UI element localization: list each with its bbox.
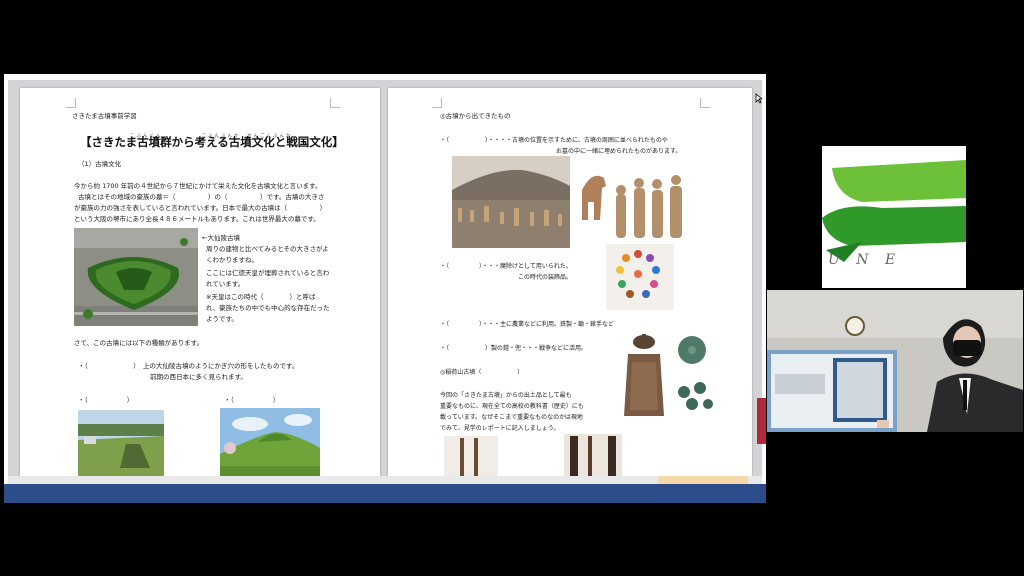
participant-logo-tile: U N E <box>822 146 966 288</box>
document-viewer[interactable]: さきたま古墳事前学習 こふんぐん こふんぶんか せんごくぶんか 【さきたま古墳群… <box>8 80 762 476</box>
paragraph-line: 今から約 1700 年前の４世紀から７世紀にかけて栄えた文化を古墳文化と言います… <box>74 182 322 190</box>
armor-photo <box>618 332 670 424</box>
haniwa-field-photo <box>452 156 570 248</box>
paragraph-line: ・（ ）・・・主に農業などに利用。鉄製・鋤・鍬手など <box>440 321 615 328</box>
page-title: 【さきたま古墳群から考える古墳文化と戦国文化】 <box>80 135 344 149</box>
paragraph-line: さて、この古墳には以下の種類があります。 <box>74 339 204 347</box>
kofun-aerial-photo <box>74 228 198 326</box>
kofun-photo-b <box>220 408 320 476</box>
paragraph-line: この時代の装飾品。 <box>518 274 573 281</box>
window-edge-accent <box>757 398 766 444</box>
paragraph-line: でみて、見学のレポートに記入しましょう。 <box>440 425 560 432</box>
paragraph-line: 古墳とはその地域の豪族の墓＝（ ）の（ ）です。古墳の大きさ <box>78 193 325 201</box>
paragraph-line: 今回の「さきたま古墳」からの出土品として最も <box>440 392 572 399</box>
side-text: れています。 <box>206 280 245 288</box>
paragraph-line: ・（ ）・・・・古墳の位置を示すために、古墳の周囲に並べられたものや <box>440 137 668 144</box>
side-text: ようです。 <box>206 315 238 323</box>
photo-caption: ←大仙陵古墳 <box>202 234 240 242</box>
logo-text: U N E <box>828 252 902 268</box>
margin-mark <box>330 98 340 108</box>
taskbar <box>4 484 766 503</box>
kofun-photo-a <box>78 410 164 476</box>
bronze-artifacts-photo <box>670 332 714 418</box>
paragraph-line: ・（ ）・・・魔除けとして用いられた。 <box>440 263 572 270</box>
margin-mark <box>66 98 76 108</box>
mouse-cursor-icon <box>755 93 762 104</box>
section-heading: ◎稲荷山古墳（ ） <box>440 369 524 376</box>
side-text: れ、豪族たちの中でも中心的な存在だった <box>206 304 330 312</box>
section-heading: ◎古墳から出てきたもの <box>440 112 511 120</box>
margin-mark <box>432 98 442 108</box>
document-page-right: ◎古墳から出てきたもの ・（ ）・・・・古墳の位置を示すために、古墳の周囲に並べ… <box>388 88 752 476</box>
participant-camera-tile <box>767 290 1023 432</box>
magatama-photo <box>606 244 674 310</box>
document-page-left: さきたま古墳事前学習 こふんぐん こふんぶんか せんごくぶんか 【さきたま古墳群… <box>20 88 380 476</box>
bullet-item: ・（ ） <box>78 396 134 404</box>
paragraph-line: ・（ ） 上の大仙陵古墳のようにかぎ穴の形をしたものです。 <box>78 362 299 370</box>
zoom-indicator[interactable] <box>658 476 748 484</box>
sword-photo-a <box>444 436 498 476</box>
sword-photo-b <box>564 434 622 476</box>
margin-mark <box>700 98 710 108</box>
paragraph-line: が豪族の力の強さを表していると言われています。日本で最大の古墳は（ ） <box>74 204 327 212</box>
camera-feed <box>767 290 1023 432</box>
bullet-item: ・（ ） <box>224 396 280 404</box>
side-text: ここには仁徳天皇が埋葬されていると言わ <box>206 269 330 277</box>
side-text: ※天皇はこの時代（ ）と呼ば <box>206 293 316 301</box>
haniwa-figures-photo <box>576 160 688 240</box>
side-text: 周りの建物と比べてみるとその大きさがよ <box>206 245 329 253</box>
side-text: くわかりますね。 <box>206 256 258 264</box>
paragraph-line: 載っています。なぜそこまで重要なものなのかは現地 <box>440 414 583 421</box>
document-status-bar <box>8 476 762 484</box>
section-heading: （1）古墳文化 <box>78 160 122 168</box>
paragraph-line: ・（ ）製の鎧・兜・・・戦争などに活用。 <box>440 345 588 352</box>
page-header: さきたま古墳事前学習 <box>72 112 137 120</box>
paragraph-line: という大阪の堺市にあり全長４８６メートルもあります。これは世界最大の墓です。 <box>74 215 320 223</box>
paragraph-line: 前期の西日本に多く見られます。 <box>150 373 247 381</box>
paragraph-line: お墓の中に一緒に埋められたものがあります。 <box>556 148 682 155</box>
paragraph-line: 重要なものに、現在全ての高校の教科書（歴史）にも <box>440 403 584 410</box>
